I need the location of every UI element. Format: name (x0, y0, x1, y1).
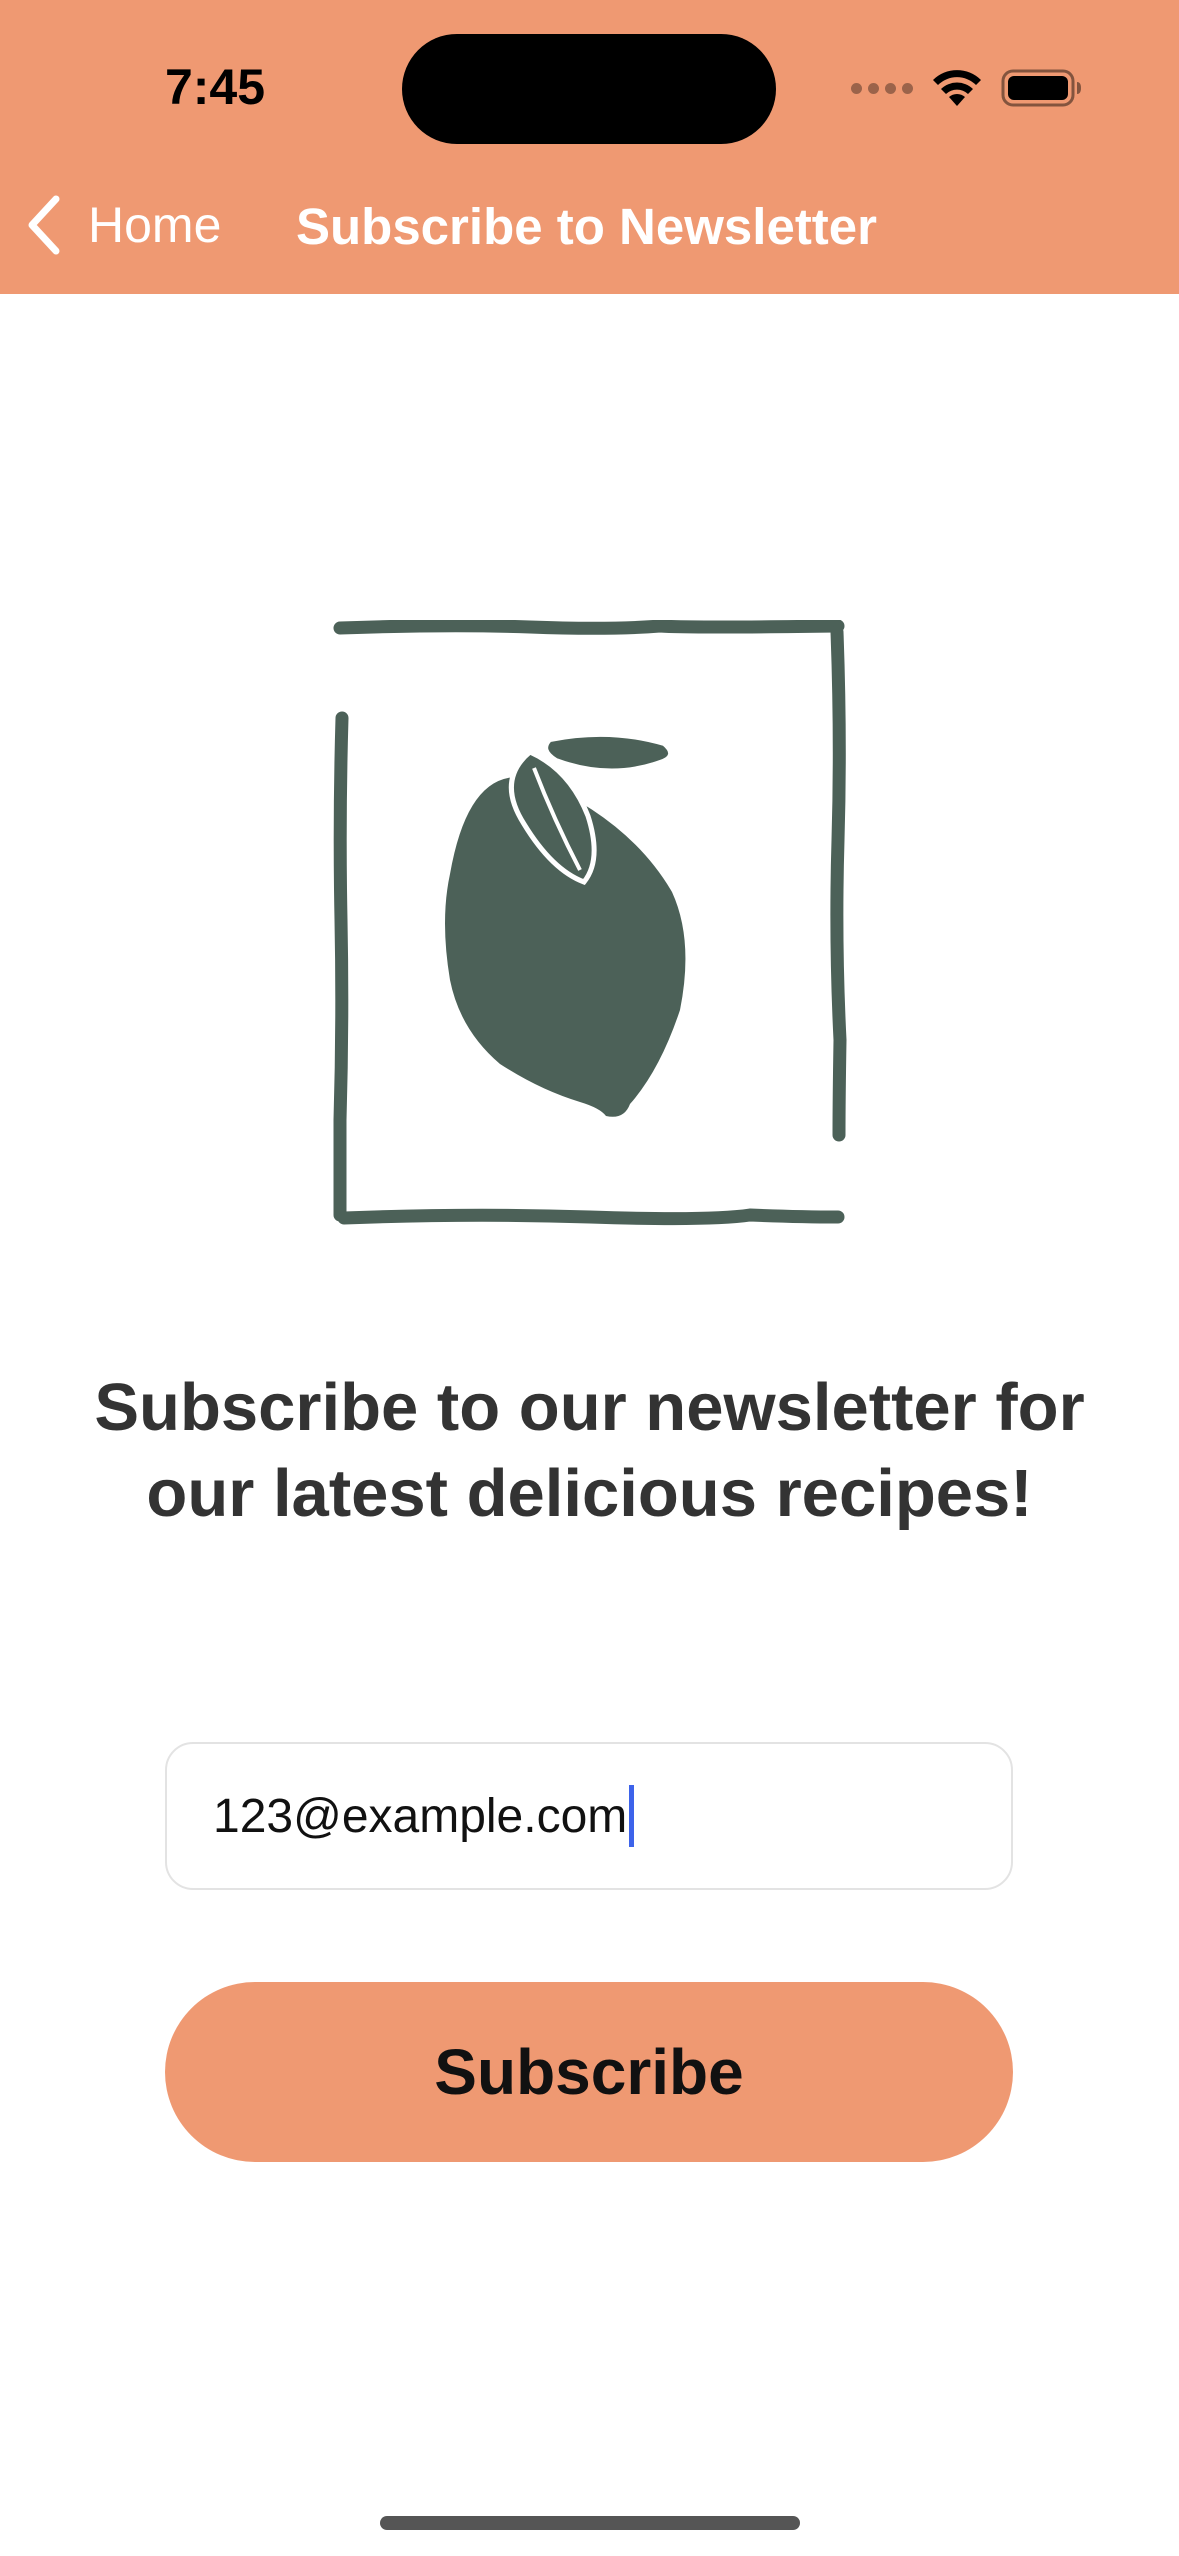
home-indicator[interactable] (380, 2516, 800, 2530)
chevron-left-icon (28, 195, 60, 255)
battery-icon (1001, 69, 1081, 107)
wifi-icon (933, 70, 981, 106)
text-caret (629, 1785, 635, 1847)
back-button[interactable]: Home (22, 190, 221, 260)
back-button-label: Home (88, 197, 222, 253)
status-time: 7:45 (164, 59, 266, 115)
dynamic-island (402, 34, 776, 144)
page-title: Subscribe to Newsletter (296, 198, 877, 255)
lemon-logo-icon (333, 620, 847, 1226)
navigation-header: 7:45 Home Subscribe to Newsletter (0, 0, 1179, 294)
email-field-value: 123@example.com (213, 1789, 628, 1843)
newsletter-headline: Subscribe to our newsletter for our late… (94, 1370, 1085, 1531)
status-icons (851, 60, 1083, 116)
cellular-signal-icon (851, 82, 913, 94)
subscribe-button[interactable]: Subscribe (165, 1982, 1013, 2162)
email-field[interactable]: 123@example.com (165, 1742, 1013, 1890)
